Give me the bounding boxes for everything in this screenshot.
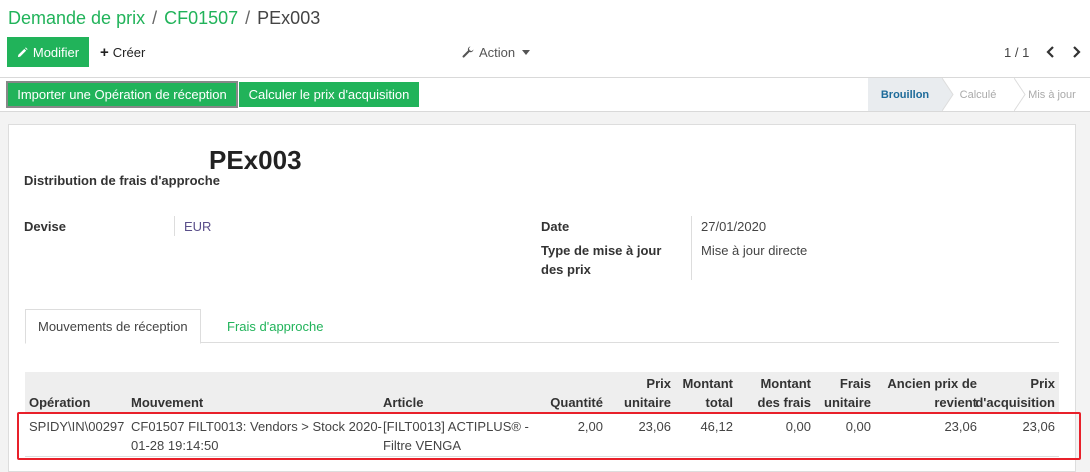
cell-unit-price: 23,06 [638,419,671,434]
wrench-icon [462,46,474,58]
column-header-acquisition-price[interactable]: Prix d'acquisition [975,374,1055,412]
cell-article-line1: [FILT0013] ACTIPLUS® - [383,419,529,434]
column-header-unit-fees-line1: Frais [839,376,871,391]
breadcrumb-link-order[interactable]: CF01507 [164,8,238,28]
pager-value[interactable]: 1 / 1 [1004,45,1029,60]
column-header-total[interactable]: Montant total [682,374,733,412]
column-header-total-line1: Montant [682,376,733,391]
cell-movement-line1: CF01507 FILT0013: Vendors > Stock 2020- [131,419,382,434]
column-header-article[interactable]: Article [383,393,423,412]
pencil-icon [17,46,28,57]
currency-field[interactable]: EUR [184,217,211,236]
column-header-unit-price-line1: Prix [646,376,671,391]
tab-landed-costs[interactable]: Frais d'approche [215,309,335,343]
cell-acquisition-price: 23,06 [1022,419,1055,434]
column-header-unit-fees-line2: unitaire [824,395,871,410]
column-header-fees-line2: des frais [757,395,811,410]
update-type-label-line2: des prix [541,262,591,277]
cell-movement-line2: 01-28 19:14:50 [131,438,219,453]
cell-article: [FILT0013] ACTIPLUS® - Filtre VENGA [383,417,529,455]
create-button-label: Créer [112,44,146,60]
column-header-unit-price-line2: unitaire [624,395,671,410]
control-panel: Demande de prix / CF01507/PEx003 Modifier … [0,0,1090,78]
update-type-label: Type de mise à jour des prix [541,241,661,279]
column-header-unit-fees[interactable]: Frais unitaire [824,374,871,412]
column-header-quantity[interactable]: Quantité [550,393,603,412]
plus-icon: + [100,43,109,61]
column-header-fees[interactable]: Montant des frais [758,374,811,412]
breadcrumb-separator: / [152,8,158,28]
update-type-field[interactable]: Mise à jour directe [701,241,807,260]
stage-draft[interactable]: Brouillon [868,78,942,111]
update-type-label-line1: Type de mise à jour [541,243,662,258]
column-header-acquisition-price-line2: d'acquisition [975,395,1055,410]
date-label: Date [541,219,570,234]
field-divider [691,216,692,280]
column-header-unit-price[interactable]: Prix unitaire [624,374,671,412]
column-header-old-cost-line2: revient [934,395,977,410]
pager-previous-button[interactable] [1039,37,1061,67]
chevron-right-icon [1073,46,1081,58]
cell-total: 46,12 [700,419,733,434]
breadcrumb-link-rfq[interactable]: Demande de prix [8,8,145,28]
cell-movement: CF01507 FILT0013: Vendors > Stock 2020- … [131,417,382,455]
compute-acquisition-price-button[interactable]: Calculer le prix d'acquisition [239,82,419,107]
stage-indicator: Brouillon Calculé Mis à jour [868,78,1090,111]
edit-button[interactable]: Modifier [7,37,89,67]
cell-old-cost: 23,06 [944,419,977,434]
cell-article-line2: Filtre VENGA [383,438,462,453]
stage-computed[interactable]: Calculé [942,78,1014,111]
action-dropdown[interactable]: Action [462,37,531,67]
cell-quantity: 2,00 [577,419,603,434]
action-label: Action [479,44,516,60]
table-row[interactable]: SPIDY\IN\00297 CF01507 FILT0013: Vendors… [25,413,1059,457]
edit-button-label: Modifier [32,44,80,60]
column-header-total-line2: total [705,395,733,410]
column-header-acquisition-price-line1: Prix [1030,376,1055,391]
cell-operation: SPIDY\IN\00297 [29,419,125,434]
record-subtitle: Distribution de frais d'approche [24,173,220,188]
import-reception-button[interactable]: Importer une Opération de réception [6,81,238,108]
column-header-movement[interactable]: Mouvement [131,393,203,412]
notebook-tabs: Mouvements de réception Frais d'approche [25,309,1059,344]
column-header-old-cost-line1: Ancien prix de [887,376,977,391]
date-field[interactable]: 27/01/2020 [701,217,766,236]
column-header-operation[interactable]: Opération [29,393,90,412]
breadcrumb-current: PEx003 [257,8,321,28]
column-header-old-cost[interactable]: Ancien prix de revient [887,374,977,412]
record-title: PEx003 [209,145,302,175]
cell-fees: 0,00 [785,419,811,434]
currency-label: Devise [24,219,66,234]
pager-next-button[interactable] [1065,37,1087,67]
pager: 1 / 1 [1004,37,1087,67]
breadcrumb: Demande de prix / CF01507 / PEx003 [8,6,320,30]
cell-unit-fees: 0,00 [845,419,871,434]
chevron-left-icon [1046,46,1054,58]
tab-reception-moves[interactable]: Mouvements de réception [25,309,201,344]
table-header: Opération Mouvement Article Quantité Pri… [25,372,1059,413]
stage-updated[interactable]: Mis à jour [1014,78,1090,111]
create-button[interactable]: + Créer [100,37,145,67]
breadcrumb-separator: / [245,8,251,28]
statusbar: Importer une Opération de réception Calc… [0,78,1090,112]
chevron-down-icon [522,49,531,55]
form-sheet: PEx003 Distribution de frais d'approche … [8,124,1076,472]
column-header-fees-line1: Montant [760,376,811,391]
field-divider [174,216,175,236]
